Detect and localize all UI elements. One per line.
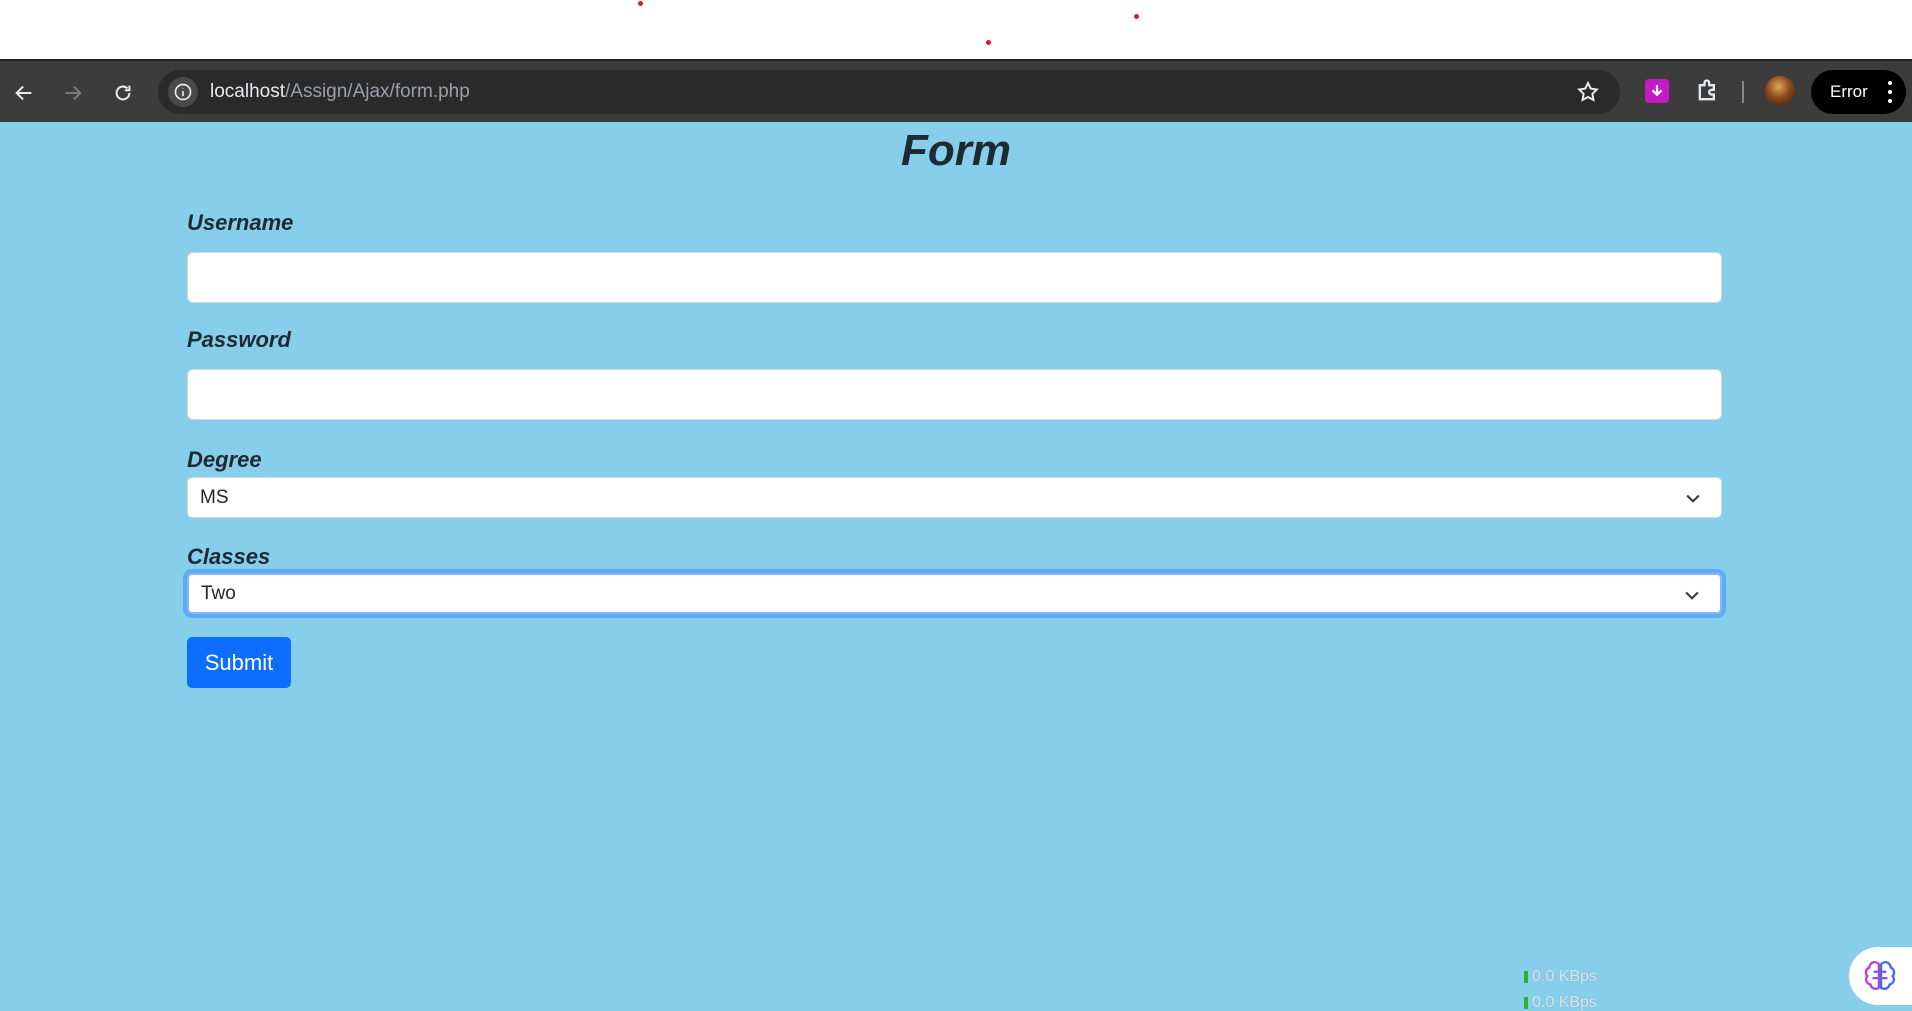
bookmark-star-icon[interactable]	[1576, 80, 1600, 104]
top-strip	[0, 0, 1912, 59]
red-dot	[1134, 14, 1139, 19]
extensions-puzzle-icon[interactable]	[1694, 77, 1722, 105]
site-info-icon[interactable]	[168, 77, 198, 107]
password-label: Password	[187, 327, 291, 352]
form-title: Form	[901, 126, 1011, 175]
chevron-down-icon	[1685, 591, 1699, 600]
degree-select[interactable]: MS	[187, 477, 1722, 518]
upload-rate: 0.0 KBps	[1532, 968, 1597, 985]
red-dot	[986, 40, 991, 45]
submit-button[interactable]: Submit	[187, 637, 291, 688]
classes-select[interactable]: Two	[187, 573, 1722, 614]
red-dot	[638, 1, 643, 6]
url-path: /Assign/Ajax/form.php	[285, 81, 470, 102]
network-download-meter: 0.0 KBps	[1524, 994, 1597, 1011]
assistant-brain-button[interactable]	[1849, 947, 1912, 1005]
url-host: localhost	[210, 81, 285, 102]
forward-button[interactable]	[57, 77, 89, 109]
username-label: Username	[187, 210, 294, 235]
back-button[interactable]	[8, 77, 40, 109]
degree-selected-value: MS	[200, 486, 229, 508]
toolbar-divider	[1742, 81, 1744, 103]
download-rate: 0.0 KBps	[1532, 994, 1597, 1011]
profile-avatar[interactable]	[1765, 76, 1795, 106]
degree-label: Degree	[187, 447, 262, 472]
arrow-left-icon	[15, 85, 32, 101]
password-input[interactable]	[187, 369, 1722, 420]
profile-error-button[interactable]: Error	[1811, 70, 1906, 114]
network-upload-meter: 0.0 KBps	[1524, 968, 1597, 986]
download-extension-icon[interactable]	[1645, 79, 1669, 103]
page-content: Form Username Password Degree MS Classes…	[0, 122, 1912, 1011]
browser-toolbar: localhost/Assign/Ajax/form.php Error	[0, 59, 1912, 122]
classes-selected-value: Two	[201, 582, 236, 604]
chevron-down-icon	[1686, 494, 1700, 503]
upload-bar-icon	[1524, 971, 1528, 983]
download-bar-icon	[1524, 997, 1528, 1009]
address-bar[interactable]: localhost/Assign/Ajax/form.php	[158, 70, 1620, 114]
more-menu-icon[interactable]	[1888, 81, 1892, 103]
profile-error-label: Error	[1830, 82, 1868, 101]
arrow-right-icon	[65, 85, 82, 101]
username-input[interactable]	[187, 252, 1722, 303]
classes-label: Classes	[187, 544, 271, 569]
reload-button[interactable]	[107, 77, 139, 109]
url-text[interactable]: localhost/Assign/Ajax/form.php	[210, 81, 470, 103]
reload-icon	[115, 85, 131, 101]
brain-icon	[1864, 961, 1896, 990]
